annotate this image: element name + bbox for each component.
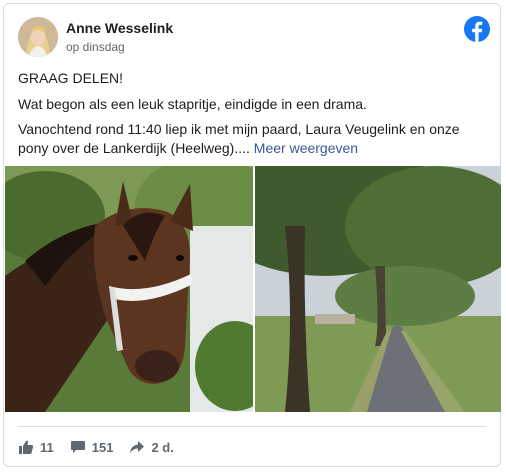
comments-number: 151 — [91, 439, 114, 455]
post-text-fragment: pony over de Lankerdijk (Heelweg).... — [18, 140, 250, 156]
facebook-icon[interactable] — [464, 16, 490, 42]
horse-photo[interactable] — [5, 166, 253, 412]
shares-number: 2 d. — [151, 439, 174, 455]
shares-count[interactable]: 2 d. — [129, 439, 174, 455]
avatar[interactable] — [18, 17, 58, 57]
comments-count[interactable]: 151 — [70, 439, 114, 455]
share-icon — [130, 441, 145, 453]
road-photo[interactable] — [255, 166, 501, 412]
author-name[interactable]: Anne Wesselink — [66, 20, 173, 36]
post-text-line: pony over de Lankerdijk (Heelweg).... Me… — [18, 140, 358, 156]
likes-count[interactable]: 11 — [18, 439, 54, 455]
post-text-line: Wat begon als een leuk stapritje, eindig… — [18, 96, 367, 112]
post-text-line: Vanochtend rond 11:40 liep ik met mijn p… — [18, 121, 460, 137]
see-more-link[interactable]: Meer weergeven — [254, 140, 358, 156]
likes-number: 11 — [40, 439, 54, 455]
comment-icon — [70, 441, 85, 453]
horse-image — [5, 166, 253, 412]
post-headline: GRAAG DELEN! — [18, 70, 124, 86]
thumbs-up-icon — [19, 440, 34, 454]
post-stats: 11 151 2 d. — [18, 437, 190, 457]
facebook-post-card: Anne Wesselink op dinsdag GRAAG DELEN! W… — [3, 3, 501, 467]
post-timestamp[interactable]: op dinsdag — [66, 40, 125, 54]
avatar-photo — [18, 17, 58, 57]
road-image — [255, 166, 501, 412]
divider — [18, 426, 486, 427]
